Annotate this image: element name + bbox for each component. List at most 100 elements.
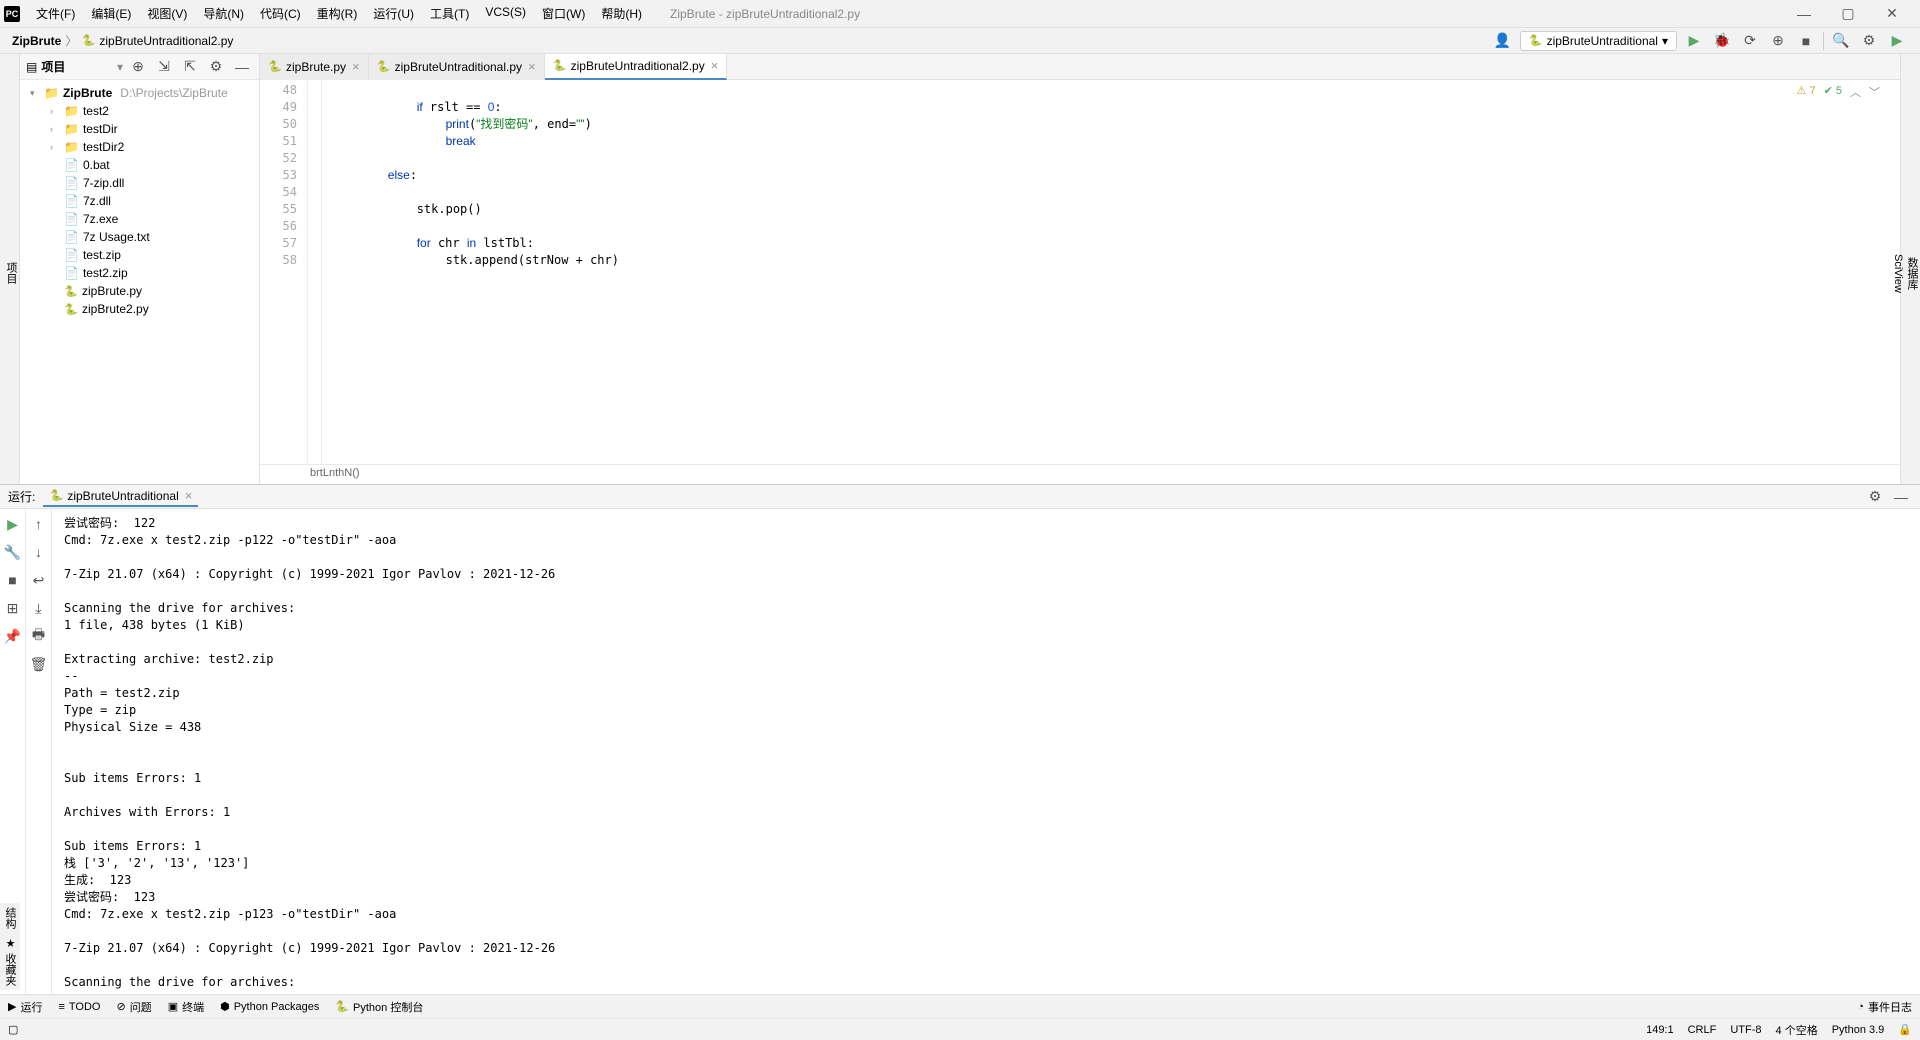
run-tool-button[interactable]: ▶ 运行 bbox=[8, 999, 42, 1015]
editor-tab[interactable]: 🐍zipBrute.py× bbox=[260, 54, 369, 80]
run-button[interactable]: ▶ bbox=[1683, 30, 1705, 52]
menu-item[interactable]: 运行(U) bbox=[365, 1, 422, 26]
editor-tab[interactable]: 🐍zipBruteUntraditional.py× bbox=[369, 54, 545, 80]
project-tab[interactable]: 项目 bbox=[5, 262, 17, 284]
menu-item[interactable]: 编辑(E) bbox=[83, 1, 139, 26]
tree-item[interactable]: 📄test.zip bbox=[20, 246, 259, 264]
menu-item[interactable]: 帮助(H) bbox=[593, 1, 650, 26]
rerun-icon[interactable]: ▶ bbox=[2, 513, 24, 535]
close-icon[interactable]: × bbox=[352, 59, 360, 74]
python-console-tool-button[interactable]: 🐍 Python 控制台 bbox=[335, 999, 423, 1015]
warning-count[interactable]: ⚠ 7 bbox=[1797, 84, 1816, 100]
problems-tool-button[interactable]: ⊘ 问题 bbox=[116, 999, 151, 1015]
menu-item[interactable]: VCS(S) bbox=[477, 1, 534, 26]
navigation-bar: ZipBrute 〉 🐍 zipBruteUntraditional2.py 👤… bbox=[0, 28, 1920, 54]
editor-tab[interactable]: 🐍zipBruteUntraditional2.py× bbox=[545, 54, 728, 80]
code-area[interactable]: if rslt == 0: print("找到密码", end="") brea… bbox=[322, 80, 1900, 464]
close-icon[interactable]: × bbox=[185, 488, 193, 503]
tree-item[interactable]: ›📁testDir2 bbox=[20, 138, 259, 156]
minimize-button[interactable]: — bbox=[1788, 4, 1820, 24]
file-encoding[interactable]: UTF-8 bbox=[1730, 1024, 1761, 1036]
tree-item[interactable]: 📄7z.exe bbox=[20, 210, 259, 228]
add-user-icon[interactable]: 👤 bbox=[1492, 30, 1514, 52]
tree-item[interactable]: ›📁test2 bbox=[20, 102, 259, 120]
expand-all-icon[interactable]: ⇱ bbox=[179, 56, 201, 78]
ok-count[interactable]: ✔ 5 bbox=[1824, 84, 1842, 100]
database-tab[interactable]: 数据库 bbox=[1906, 257, 1918, 290]
console-output[interactable]: 尝试密码: 122 Cmd: 7z.exe x test2.zip -p122 … bbox=[52, 509, 1920, 994]
down-icon[interactable]: ↓ bbox=[28, 541, 50, 563]
print-icon[interactable]: 🖶 bbox=[28, 625, 50, 647]
project-tree[interactable]: ▾📁ZipBruteD:\Projects\ZipBrute›📁test2›📁t… bbox=[20, 80, 259, 322]
collapse-all-icon[interactable]: ⇲ bbox=[153, 56, 175, 78]
tree-item[interactable]: 📄7z.dll bbox=[20, 192, 259, 210]
breadcrumb-project[interactable]: ZipBrute bbox=[12, 34, 61, 48]
tree-item[interactable]: 📄0.bat bbox=[20, 156, 259, 174]
chevron-up-icon[interactable]: ︿ bbox=[1850, 84, 1861, 100]
breadcrumb-file[interactable]: 🐍 zipBruteUntraditional2.py bbox=[81, 34, 233, 48]
chevron-down-icon[interactable]: ﹀ bbox=[1869, 84, 1880, 100]
soft-wrap-icon[interactable]: ↩ bbox=[28, 569, 50, 591]
line-separator[interactable]: CRLF bbox=[1688, 1024, 1717, 1036]
app-icon: PC bbox=[4, 6, 20, 22]
left-tool-strip[interactable]: 项目 bbox=[0, 54, 20, 484]
favorites-tab[interactable]: ★ 收藏夹 bbox=[2, 937, 18, 986]
close-icon[interactable]: × bbox=[528, 59, 536, 74]
wrench-icon[interactable]: 🔧 bbox=[2, 541, 24, 563]
run-configuration-selector[interactable]: 🐍 zipBruteUntraditional ▾ bbox=[1520, 31, 1677, 51]
layout-icon[interactable]: ⊞ bbox=[2, 597, 24, 619]
run-tab[interactable]: 🐍 zipBruteUntraditional × bbox=[43, 486, 198, 507]
tree-item[interactable]: 📄7z Usage.txt bbox=[20, 228, 259, 246]
settings-button[interactable]: ⚙ bbox=[1858, 30, 1880, 52]
pin-icon[interactable]: 📌 bbox=[2, 625, 24, 647]
tree-item[interactable]: 📄test2.zip bbox=[20, 264, 259, 282]
menu-item[interactable]: 导航(N) bbox=[195, 1, 252, 26]
hide-panel-icon[interactable]: — bbox=[231, 56, 253, 78]
caret-position[interactable]: 149:1 bbox=[1646, 1024, 1674, 1036]
todo-tool-button[interactable]: ≡ TODO bbox=[58, 1001, 100, 1013]
lock-icon[interactable]: 🔒 bbox=[1898, 1023, 1912, 1036]
search-button[interactable]: 🔍 bbox=[1830, 30, 1852, 52]
menu-item[interactable]: 文件(F) bbox=[28, 1, 83, 26]
terminal-tool-button[interactable]: ▣ 终端 bbox=[168, 999, 204, 1015]
packages-tool-button[interactable]: ⬢ Python Packages bbox=[220, 1000, 319, 1013]
tree-item[interactable]: 🐍zipBrute.py bbox=[20, 282, 259, 300]
gear-icon[interactable]: ⚙ bbox=[205, 56, 227, 78]
right-tool-strip[interactable]: 数据库 SciView bbox=[1900, 54, 1920, 484]
menu-item[interactable]: 工具(T) bbox=[422, 1, 477, 26]
tree-item[interactable]: 📄7-zip.dll bbox=[20, 174, 259, 192]
hide-panel-icon[interactable]: — bbox=[1890, 486, 1912, 508]
gear-icon[interactable]: ⚙ bbox=[1864, 486, 1886, 508]
trash-icon[interactable]: 🗑 bbox=[28, 653, 50, 675]
panel-view-icon[interactable]: ▤ bbox=[26, 60, 37, 74]
status-icon[interactable]: ▢ bbox=[8, 1023, 18, 1036]
menu-item[interactable]: 窗口(W) bbox=[534, 1, 593, 26]
chevron-down-icon[interactable]: ▾ bbox=[117, 60, 123, 74]
debug-button[interactable]: 🐞 bbox=[1711, 30, 1733, 52]
tree-item[interactable]: ›📁testDir bbox=[20, 120, 259, 138]
tree-item[interactable]: ▾📁ZipBruteD:\Projects\ZipBrute bbox=[20, 84, 259, 102]
structure-tab[interactable]: 结构 bbox=[2, 907, 18, 929]
menu-item[interactable]: 视图(V) bbox=[139, 1, 195, 26]
menu-item[interactable]: 代码(C) bbox=[252, 1, 309, 26]
python-file-icon: 🐍 bbox=[81, 34, 95, 48]
event-log-button[interactable]: ◔ 事件日志 bbox=[1857, 999, 1912, 1015]
indent-settings[interactable]: 4 个空格 bbox=[1776, 1022, 1818, 1038]
scroll-end-icon[interactable]: ⤓ bbox=[28, 597, 50, 619]
python-interpreter[interactable]: Python 3.9 bbox=[1832, 1024, 1885, 1036]
tab-label: zipBruteUntraditional.py bbox=[395, 60, 522, 74]
stop-button[interactable]: ■ bbox=[1795, 30, 1817, 52]
inspections-widget[interactable]: ⚠ 7 ✔ 5 ︿ ﹀ bbox=[1797, 84, 1880, 100]
tree-item[interactable]: 🐍zipBrute2.py bbox=[20, 300, 259, 318]
locate-icon[interactable]: ⊕ bbox=[127, 56, 149, 78]
up-icon[interactable]: ↑ bbox=[28, 513, 50, 535]
profile-button[interactable]: ⊕ bbox=[1767, 30, 1789, 52]
close-button[interactable]: ✕ bbox=[1876, 4, 1908, 24]
close-icon[interactable]: × bbox=[711, 58, 719, 73]
maximize-button[interactable]: ▢ bbox=[1832, 4, 1864, 24]
menu-item[interactable]: 重构(R) bbox=[309, 1, 366, 26]
editor[interactable]: 4849505152535455565758 if rslt == 0: pri… bbox=[260, 80, 1900, 464]
stop-icon[interactable]: ■ bbox=[2, 569, 24, 591]
coverage-button[interactable]: ⟳ bbox=[1739, 30, 1761, 52]
execute-button[interactable]: ▶ bbox=[1886, 30, 1908, 52]
